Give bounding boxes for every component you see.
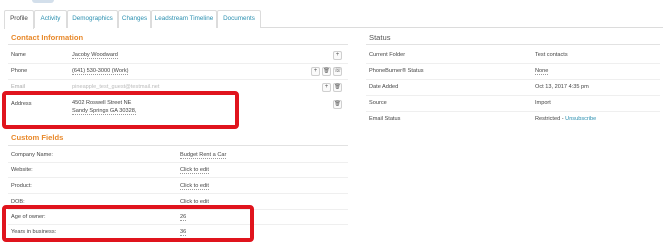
divider bbox=[366, 79, 660, 80]
top-nav-tab[interactable] bbox=[32, 0, 54, 3]
custom-fields-title: Custom Fields bbox=[11, 133, 64, 142]
date-added-label: Date Added bbox=[369, 84, 399, 90]
delete-phone-button[interactable]: 🗑 bbox=[322, 67, 331, 76]
trash-icon: 🗑 bbox=[323, 68, 330, 74]
source-label: Source bbox=[369, 100, 387, 106]
company-name-value[interactable]: Budget Rent a Car bbox=[180, 152, 227, 159]
email-value[interactable]: pineapple_test_guest@testmail.net bbox=[72, 84, 159, 90]
website-label: Website: bbox=[11, 167, 33, 173]
phone-value[interactable]: (641) 530-3000 (Work) bbox=[72, 68, 129, 75]
highlight-box bbox=[2, 205, 254, 242]
divider bbox=[366, 63, 660, 64]
plus-icon: + bbox=[324, 84, 329, 90]
divider bbox=[8, 162, 348, 163]
delete-address-button[interactable]: 🗑 bbox=[333, 100, 342, 109]
name-label: Name bbox=[11, 52, 26, 58]
current-folder-value[interactable]: Test contacts bbox=[535, 52, 568, 58]
tab-leadstream-timeline[interactable]: Leadstream Timeline bbox=[151, 10, 217, 28]
trash-icon: 🗑 bbox=[334, 101, 341, 107]
tab-profile[interactable]: Profile bbox=[4, 10, 34, 29]
website-value[interactable]: Click to edit bbox=[180, 167, 209, 174]
phone-icon: ☏ bbox=[334, 68, 342, 74]
tab-changes[interactable]: Changes bbox=[118, 10, 151, 28]
divider bbox=[8, 79, 348, 80]
email-status-label: Email Status bbox=[369, 116, 401, 122]
profile-tabs: Profile Activity Demographics Changes Le… bbox=[4, 10, 663, 29]
current-folder-label: Current Folder bbox=[369, 52, 406, 58]
status-title: Status bbox=[369, 33, 391, 42]
divider bbox=[366, 95, 660, 96]
tab-documents[interactable]: Documents bbox=[217, 10, 261, 28]
tab-activity[interactable]: Activity bbox=[34, 10, 67, 28]
divider bbox=[366, 44, 660, 45]
add-name-button[interactable]: + bbox=[333, 51, 342, 60]
call-phone-button[interactable]: ☏ bbox=[333, 67, 342, 76]
email-label: Email bbox=[11, 84, 25, 90]
plus-icon: + bbox=[313, 68, 318, 74]
plus-icon: + bbox=[335, 52, 340, 58]
divider bbox=[8, 63, 348, 64]
name-value[interactable]: Jacoby Woodward bbox=[72, 52, 118, 59]
delete-email-button[interactable]: 🗑 bbox=[333, 83, 342, 92]
divider bbox=[366, 111, 660, 112]
divider bbox=[8, 145, 348, 146]
add-email-button[interactable]: + bbox=[322, 83, 331, 92]
date-added-value: Oct 13, 2017 4:35 pm bbox=[535, 84, 589, 90]
product-value[interactable]: Click to edit bbox=[180, 183, 209, 190]
product-label: Product: bbox=[11, 183, 32, 189]
source-value: Import bbox=[535, 100, 551, 106]
tab-demographics[interactable]: Demographics bbox=[67, 10, 118, 28]
highlight-box bbox=[2, 91, 239, 129]
contact-info-title: Contact Information bbox=[11, 33, 84, 42]
email-status-text: Restricted - bbox=[535, 116, 566, 122]
unsubscribe-link[interactable]: Unsubscribe bbox=[565, 116, 596, 122]
phoneburner-status-label: PhoneBurner® Status bbox=[369, 68, 424, 74]
trash-icon: 🗑 bbox=[334, 84, 341, 90]
divider bbox=[8, 177, 348, 178]
email-status-value: Restricted - Unsubscribe bbox=[535, 116, 596, 122]
divider bbox=[8, 193, 348, 194]
add-phone-button[interactable]: + bbox=[311, 67, 320, 76]
company-name-label: Company Name: bbox=[11, 152, 53, 158]
phone-label: Phone bbox=[11, 68, 28, 74]
divider bbox=[8, 44, 348, 45]
phoneburner-status-value[interactable]: None bbox=[535, 68, 549, 75]
